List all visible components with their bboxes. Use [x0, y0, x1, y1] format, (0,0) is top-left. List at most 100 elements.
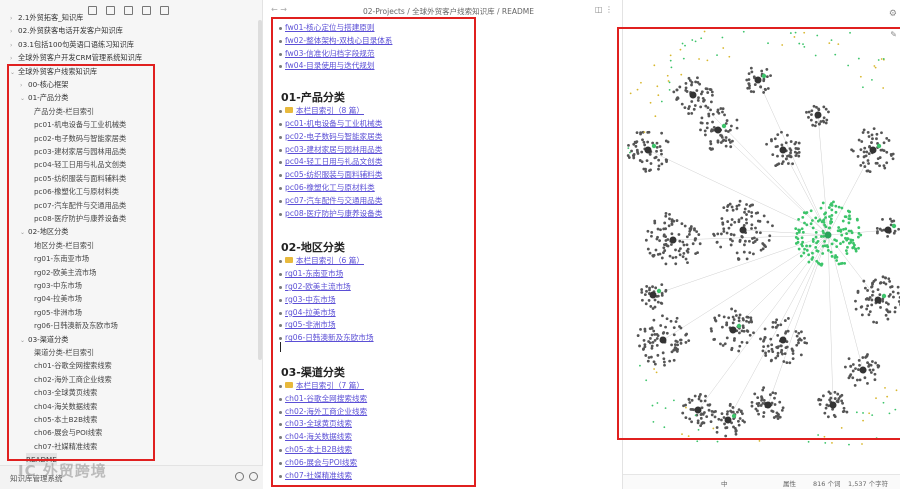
graph-node[interactable] — [862, 419, 864, 422]
graph-node[interactable] — [747, 239, 751, 243]
graph-node[interactable] — [655, 145, 659, 149]
graph-node[interactable] — [848, 374, 852, 378]
graph-node[interactable] — [863, 376, 867, 380]
graph-node[interactable] — [644, 354, 648, 357]
graph-node[interactable] — [868, 296, 872, 299]
graph-node[interactable] — [640, 290, 644, 294]
input-mode[interactable]: 中 — [721, 478, 728, 488]
graph-node[interactable] — [656, 85, 659, 88]
graph-node[interactable] — [857, 226, 861, 229]
graph-node[interactable] — [685, 406, 687, 409]
graph-node[interactable] — [789, 140, 793, 143]
graph-node[interactable] — [652, 318, 656, 322]
graph-node[interactable] — [830, 242, 834, 246]
graph-node[interactable] — [729, 243, 733, 247]
graph-node[interactable] — [871, 137, 874, 141]
graph-node[interactable] — [850, 231, 854, 235]
graph-node[interactable] — [733, 337, 736, 340]
graph-node[interactable] — [744, 218, 748, 221]
graph-pin-icon[interactable]: ✎ — [890, 30, 897, 39]
graph-node[interactable] — [875, 132, 879, 136]
doc-link[interactable]: ch06-展会与POI线索 — [285, 457, 357, 469]
tree-folder-root[interactable]: ⌄ 全球外贸客户线索知识库 — [10, 65, 97, 78]
graph-node[interactable] — [871, 414, 874, 417]
graph-node[interactable] — [862, 279, 866, 283]
chevron-icon[interactable]: ⌄ — [20, 334, 28, 347]
graph-node[interactable] — [879, 306, 882, 309]
graph-node[interactable] — [690, 408, 694, 411]
graph-node[interactable] — [698, 242, 702, 246]
graph-node[interactable] — [684, 44, 686, 47]
graph-node[interactable] — [657, 158, 661, 162]
graph-node[interactable] — [871, 360, 874, 363]
graph-node[interactable] — [687, 435, 690, 438]
graph-node[interactable] — [773, 396, 776, 400]
graph-node[interactable] — [845, 252, 849, 255]
graph-node[interactable] — [887, 139, 891, 142]
graph-node[interactable] — [863, 165, 867, 168]
graph-node[interactable] — [673, 399, 675, 402]
graph-node[interactable] — [874, 161, 878, 165]
graph-node[interactable] — [829, 401, 837, 409]
graph-node[interactable] — [770, 139, 773, 143]
graph-node[interactable] — [737, 423, 741, 427]
graph-node[interactable] — [660, 256, 664, 260]
graph-node[interactable] — [859, 148, 863, 152]
graph-node[interactable] — [745, 78, 749, 82]
graph-node[interactable] — [797, 247, 801, 251]
nav-arrows[interactable]: ← → — [271, 5, 287, 14]
graph-node[interactable] — [857, 57, 860, 60]
graph-node[interactable] — [835, 255, 839, 259]
graph-node[interactable] — [736, 410, 739, 414]
graph-node[interactable] — [645, 285, 649, 288]
graph-node[interactable] — [662, 360, 666, 364]
graph-node[interactable] — [664, 212, 668, 215]
graph-node[interactable] — [862, 150, 866, 154]
graph-node[interactable] — [807, 115, 810, 119]
graph-node[interactable] — [680, 73, 683, 76]
graph-node[interactable] — [878, 164, 881, 168]
graph-node[interactable] — [653, 64, 656, 67]
graph-node[interactable] — [866, 159, 870, 162]
graph-node[interactable] — [659, 336, 667, 344]
graph-node[interactable] — [669, 59, 672, 62]
graph-node[interactable] — [664, 214, 668, 218]
graph-node[interactable] — [740, 234, 744, 238]
graph-node[interactable] — [633, 140, 637, 144]
graph-node[interactable] — [869, 146, 877, 154]
graph-node[interactable] — [664, 262, 668, 266]
graph-node[interactable] — [836, 229, 840, 233]
graph-node[interactable] — [748, 204, 752, 208]
graph-node[interactable] — [719, 141, 723, 144]
graph-node[interactable] — [738, 240, 742, 243]
graph-node[interactable] — [672, 90, 676, 94]
graph-node[interactable] — [794, 140, 798, 144]
graph-node[interactable] — [692, 107, 696, 111]
graph-node[interactable] — [799, 353, 803, 357]
graph-node[interactable] — [733, 220, 737, 224]
graph-node[interactable] — [710, 93, 714, 97]
graph-node[interactable] — [681, 433, 683, 436]
graph-node[interactable] — [839, 242, 842, 245]
graph-node[interactable] — [800, 227, 804, 231]
graph-node[interactable] — [728, 202, 732, 206]
graph-node[interactable] — [743, 243, 746, 247]
graph-node[interactable] — [888, 217, 892, 221]
graph-node[interactable] — [848, 443, 850, 446]
graph-node[interactable] — [659, 228, 662, 232]
graph-node[interactable] — [665, 244, 669, 247]
graph-node[interactable] — [871, 78, 873, 81]
graph-node[interactable] — [832, 413, 836, 417]
graph-node[interactable] — [698, 82, 702, 86]
help-icon[interactable] — [235, 472, 244, 481]
graph-node[interactable] — [835, 239, 838, 243]
graph-node[interactable] — [847, 357, 851, 361]
graph-node[interactable] — [728, 402, 732, 406]
graph-node[interactable] — [724, 136, 728, 139]
graph-node[interactable] — [704, 394, 707, 398]
graph-node[interactable] — [700, 37, 703, 40]
graph-node[interactable] — [852, 241, 855, 245]
graph-node[interactable] — [726, 410, 730, 414]
graph-node[interactable] — [706, 91, 710, 94]
graph-node[interactable] — [741, 324, 745, 328]
